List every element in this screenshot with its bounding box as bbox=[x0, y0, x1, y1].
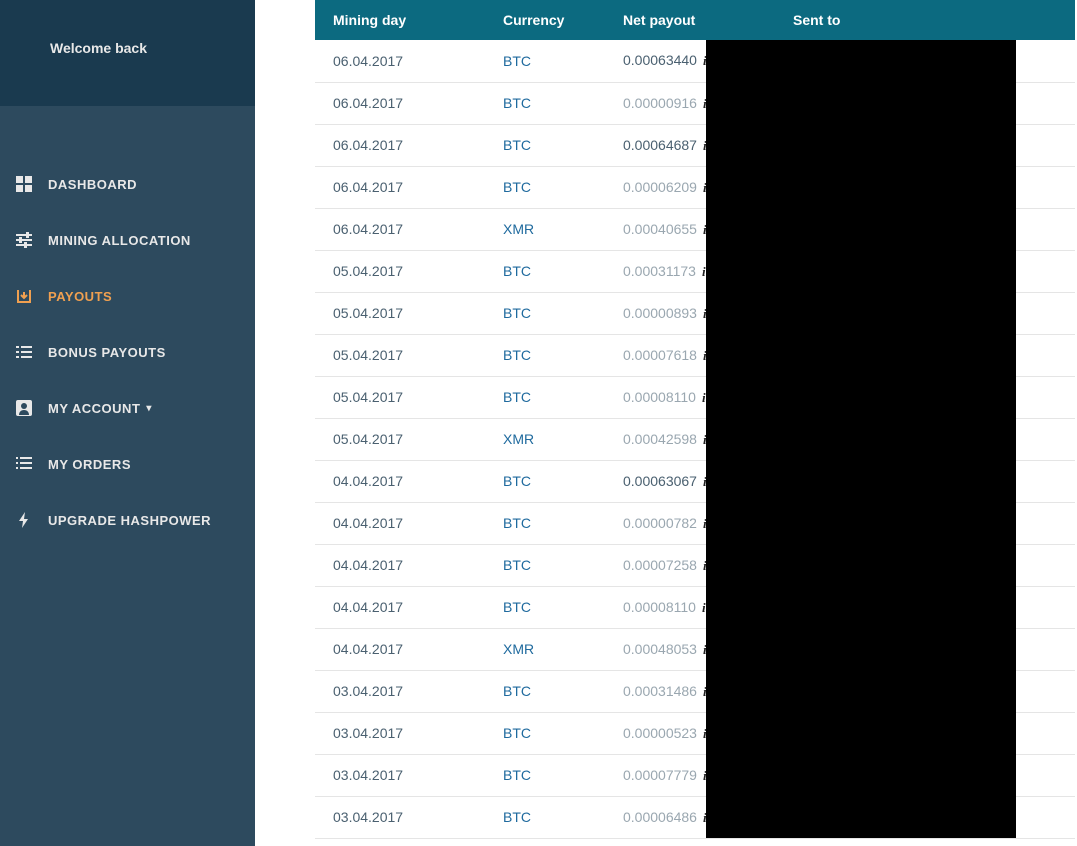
sidebar-item-my-account[interactable]: MY ACCOUNT ▾ bbox=[0, 380, 255, 436]
payout-value: 0.00031486 bbox=[623, 683, 697, 699]
cell-mining-day: 05.04.2017 bbox=[315, 292, 485, 334]
cell-currency[interactable]: XMR bbox=[485, 628, 605, 670]
payout-value: 0.00063440 bbox=[623, 52, 697, 68]
redacted-sent-to-overlay bbox=[706, 40, 1016, 838]
payout-value: 0.00031173 bbox=[623, 263, 696, 279]
cell-mining-day: 05.04.2017 bbox=[315, 376, 485, 418]
welcome-header: Welcome back bbox=[0, 0, 255, 106]
cell-currency[interactable]: BTC bbox=[485, 124, 605, 166]
cell-mining-day: 06.04.2017 bbox=[315, 40, 485, 82]
cell-currency[interactable]: BTC bbox=[485, 250, 605, 292]
cell-currency[interactable]: BTC bbox=[485, 754, 605, 796]
sidebar-item-label: MINING ALLOCATION bbox=[48, 233, 191, 248]
sidebar-item-label: MY ORDERS bbox=[48, 457, 131, 472]
payout-value: 0.00064687 bbox=[623, 137, 697, 153]
sliders-icon bbox=[14, 230, 34, 250]
cell-mining-day: 06.04.2017 bbox=[315, 124, 485, 166]
cell-mining-day: 03.04.2017 bbox=[315, 796, 485, 838]
cell-currency[interactable]: BTC bbox=[485, 502, 605, 544]
payout-value: 0.00000916 bbox=[623, 95, 697, 111]
payout-value: 0.00007258 bbox=[623, 557, 697, 573]
cell-currency[interactable]: BTC bbox=[485, 712, 605, 754]
sidebar-item-label: DASHBOARD bbox=[48, 177, 137, 192]
payout-value: 0.00000523 bbox=[623, 725, 697, 741]
dashboard-icon bbox=[14, 174, 34, 194]
orders-icon bbox=[14, 454, 34, 474]
cell-currency[interactable]: XMR bbox=[485, 208, 605, 250]
sidebar-item-payouts[interactable]: PAYOUTS bbox=[0, 268, 255, 324]
cell-mining-day: 04.04.2017 bbox=[315, 460, 485, 502]
col-currency[interactable]: Currency bbox=[485, 0, 605, 40]
chevron-down-icon: ▾ bbox=[146, 403, 152, 414]
sidebar-item-bonus-payouts[interactable]: BONUS PAYOUTS bbox=[0, 324, 255, 380]
sidebar-item-dashboard[interactable]: DASHBOARD bbox=[0, 156, 255, 212]
col-net-payout[interactable]: Net payout bbox=[605, 0, 775, 40]
cell-mining-day: 06.04.2017 bbox=[315, 208, 485, 250]
payout-value: 0.00000782 bbox=[623, 515, 697, 531]
sidebar-item-label: UPGRADE HASHPOWER bbox=[48, 513, 211, 528]
cell-mining-day: 06.04.2017 bbox=[315, 166, 485, 208]
table-header: Mining day Currency Net payout Sent to bbox=[315, 0, 1075, 40]
cell-currency[interactable]: BTC bbox=[485, 334, 605, 376]
list-icon bbox=[14, 342, 34, 362]
col-sent-to[interactable]: Sent to bbox=[775, 0, 1075, 40]
cell-mining-day: 05.04.2017 bbox=[315, 334, 485, 376]
welcome-text: Welcome back bbox=[50, 40, 147, 56]
download-icon bbox=[14, 286, 34, 306]
sidebar: Welcome back DASHBOARD MINING ALLOCATION… bbox=[0, 0, 255, 846]
cell-currency[interactable]: BTC bbox=[485, 670, 605, 712]
cell-mining-day: 04.04.2017 bbox=[315, 544, 485, 586]
cell-mining-day: 04.04.2017 bbox=[315, 586, 485, 628]
main-content: Mining day Currency Net payout Sent to 0… bbox=[255, 0, 1077, 846]
sidebar-item-label: MY ACCOUNT bbox=[48, 401, 140, 416]
col-mining-day[interactable]: Mining day bbox=[315, 0, 485, 40]
sidebar-item-upgrade-hashpower[interactable]: UPGRADE HASHPOWER bbox=[0, 492, 255, 548]
bolt-icon bbox=[14, 510, 34, 530]
cell-currency[interactable]: BTC bbox=[485, 292, 605, 334]
payout-value: 0.00008110 bbox=[623, 389, 696, 405]
cell-mining-day: 05.04.2017 bbox=[315, 418, 485, 460]
cell-currency[interactable]: BTC bbox=[485, 460, 605, 502]
cell-mining-day: 03.04.2017 bbox=[315, 712, 485, 754]
sidebar-item-mining-allocation[interactable]: MINING ALLOCATION bbox=[0, 212, 255, 268]
cell-currency[interactable]: BTC bbox=[485, 586, 605, 628]
payout-value: 0.00048053 bbox=[623, 641, 697, 657]
payout-value: 0.00042598 bbox=[623, 431, 697, 447]
payout-value: 0.00006486 bbox=[623, 809, 697, 825]
cell-mining-day: 04.04.2017 bbox=[315, 502, 485, 544]
payout-value: 0.00006209 bbox=[623, 179, 697, 195]
payout-value: 0.00007618 bbox=[623, 347, 697, 363]
cell-currency[interactable]: BTC bbox=[485, 40, 605, 82]
payout-value: 0.00000893 bbox=[623, 305, 697, 321]
cell-mining-day: 05.04.2017 bbox=[315, 250, 485, 292]
sidebar-item-label: BONUS PAYOUTS bbox=[48, 345, 166, 360]
cell-currency[interactable]: BTC bbox=[485, 82, 605, 124]
payout-value: 0.00008110 bbox=[623, 599, 696, 615]
sidebar-item-label: PAYOUTS bbox=[48, 289, 112, 304]
cell-mining-day: 06.04.2017 bbox=[315, 82, 485, 124]
payout-value: 0.00007779 bbox=[623, 767, 697, 783]
sidebar-item-my-orders[interactable]: MY ORDERS bbox=[0, 436, 255, 492]
cell-currency[interactable]: BTC bbox=[485, 376, 605, 418]
sidebar-nav: DASHBOARD MINING ALLOCATION PAYOUTS BONU… bbox=[0, 106, 255, 548]
account-icon bbox=[14, 398, 34, 418]
cell-currency[interactable]: BTC bbox=[485, 544, 605, 586]
cell-mining-day: 03.04.2017 bbox=[315, 670, 485, 712]
cell-currency[interactable]: BTC bbox=[485, 796, 605, 838]
cell-mining-day: 04.04.2017 bbox=[315, 628, 485, 670]
cell-mining-day: 03.04.2017 bbox=[315, 754, 485, 796]
payout-value: 0.00040655 bbox=[623, 221, 697, 237]
cell-currency[interactable]: XMR bbox=[485, 418, 605, 460]
cell-currency[interactable]: BTC bbox=[485, 166, 605, 208]
payout-value: 0.00063067 bbox=[623, 473, 697, 489]
